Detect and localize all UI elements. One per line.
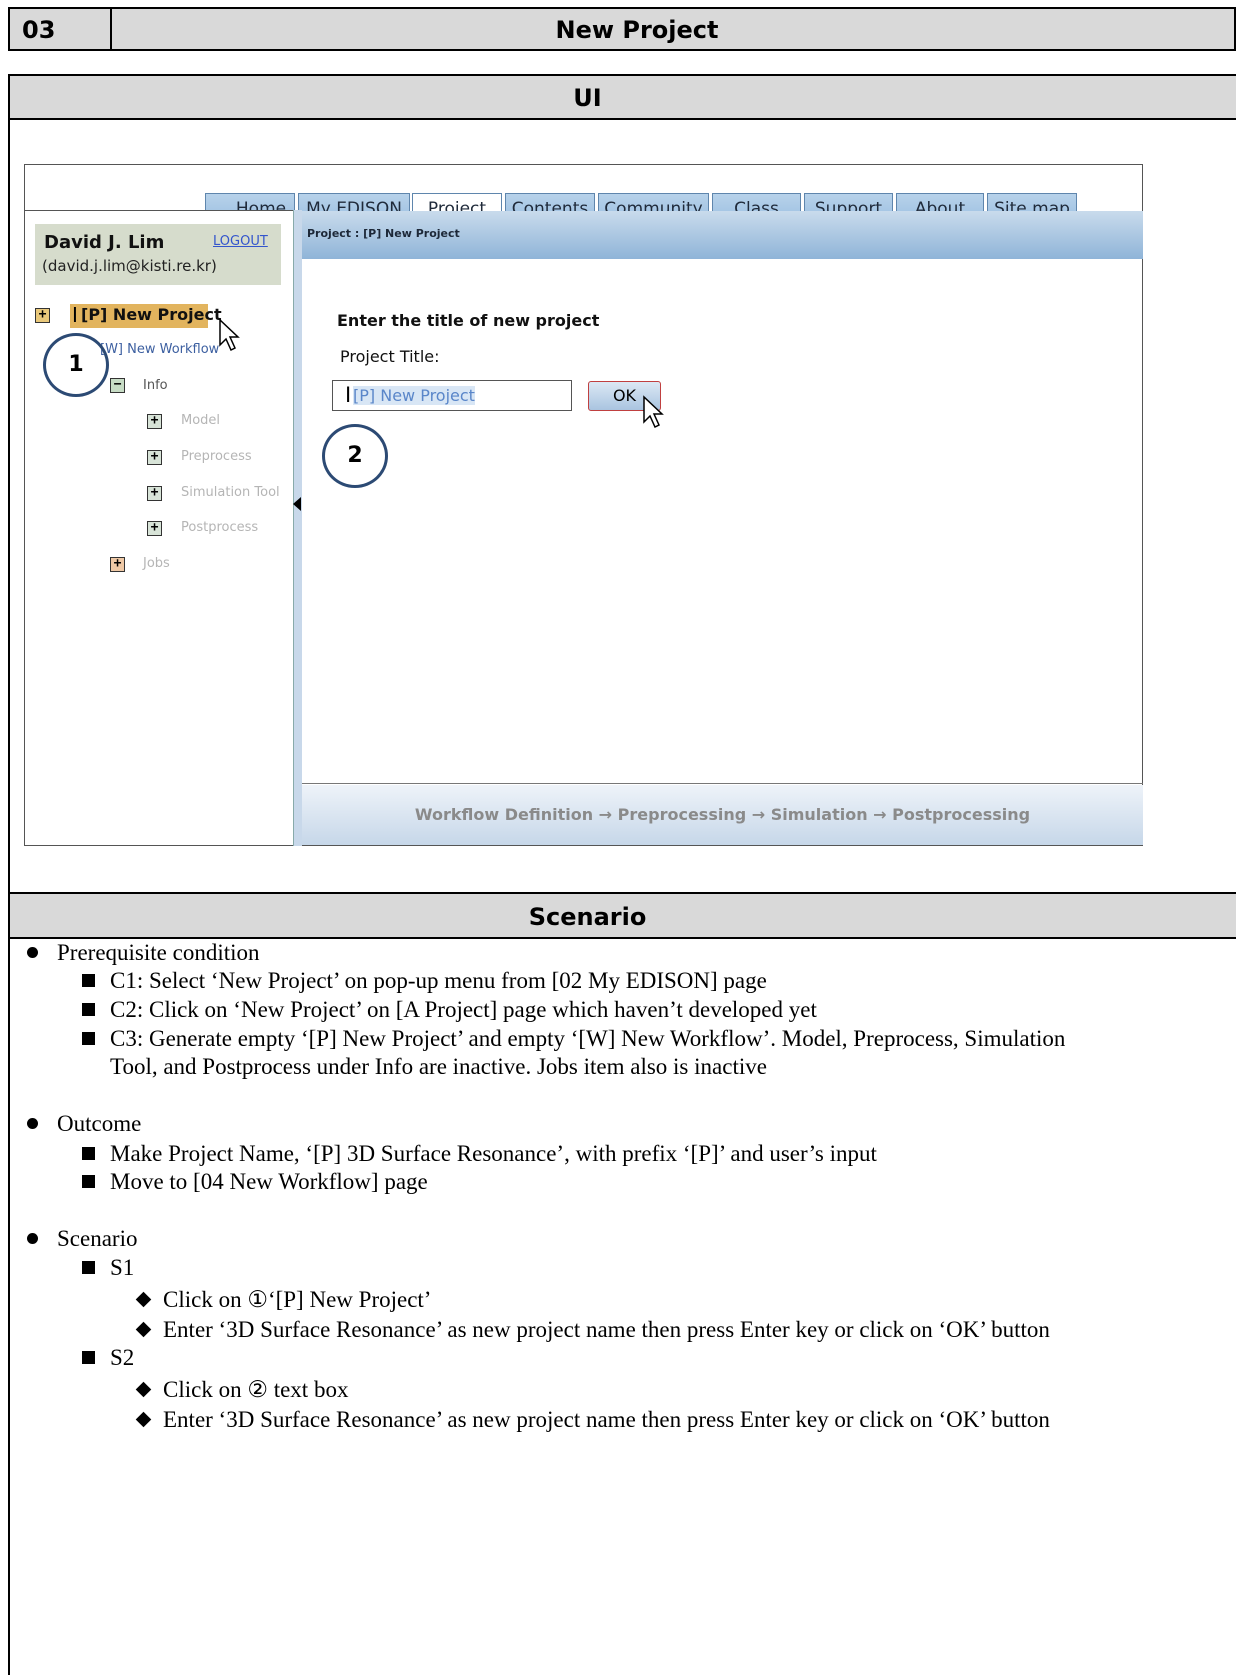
outcome-title: Outcome bbox=[57, 1111, 142, 1136]
text-cursor-icon: I bbox=[345, 383, 352, 407]
expand-simulation-tool-icon[interactable]: + bbox=[147, 486, 162, 501]
square-bullet-icon bbox=[82, 1261, 95, 1274]
doc-title-cell: New Project bbox=[110, 7, 1236, 51]
bullet-icon bbox=[27, 1233, 38, 1244]
square-bullet-icon bbox=[82, 1351, 95, 1364]
doc-number: 03 bbox=[22, 16, 56, 44]
project-title-value: [P] New Project bbox=[353, 386, 475, 405]
square-bullet-icon bbox=[82, 1032, 95, 1045]
ui-section-header: UI bbox=[8, 74, 1236, 120]
outcome-2: Move to [04 New Workflow] page bbox=[110, 1169, 428, 1194]
bullet-icon bbox=[27, 947, 38, 958]
logout-link[interactable]: LOGOUT bbox=[213, 234, 268, 249]
square-bullet-icon bbox=[82, 1175, 95, 1188]
scenario-s2: S2 bbox=[110, 1345, 135, 1370]
tree-item-postprocess: Postprocess bbox=[181, 520, 259, 535]
collapse-arrow-icon[interactable] bbox=[293, 497, 301, 511]
callout-1-label: 1 bbox=[68, 352, 84, 377]
mouse-pointer-icon bbox=[219, 318, 240, 352]
doc-title: New Project bbox=[555, 16, 719, 44]
tree-item-project[interactable]: I [P] New Project bbox=[70, 303, 222, 328]
user-card: David J. Lim LOGOUT (david.j.lim@kisti.r… bbox=[35, 224, 281, 285]
square-bullet-icon bbox=[82, 974, 95, 987]
tree-item-preprocess: Preprocess bbox=[181, 449, 252, 464]
scenario-s2-step1: Click on ② text box bbox=[163, 1377, 349, 1402]
expand-project-icon[interactable]: + bbox=[35, 308, 50, 323]
collapse-info-icon[interactable]: − bbox=[110, 378, 125, 393]
form-heading: Enter the title of new project bbox=[337, 311, 600, 330]
scenario-s1-step1: Click on ①‘[P] New Project’ bbox=[163, 1287, 432, 1312]
callout-1: 1 bbox=[43, 333, 109, 397]
mouse-pointer-icon bbox=[643, 395, 664, 429]
scenario-s1-step2: Enter ‘3D Surface Resonance’ as new proj… bbox=[163, 1317, 1050, 1342]
expand-jobs-icon[interactable]: + bbox=[110, 557, 125, 572]
callout-2-label: 2 bbox=[347, 443, 363, 468]
prereq-c3-line2: Tool, and Postprocess under Info are ina… bbox=[110, 1054, 767, 1079]
tree-item-simulation-tool: Simulation Tool bbox=[181, 485, 280, 500]
callout-2: 2 bbox=[322, 424, 388, 488]
prereq-c1: C1: Select ‘New Project’ on pop-up menu … bbox=[110, 968, 767, 993]
prereq-title: Prerequisite condition bbox=[57, 940, 260, 965]
ok-button-label: OK bbox=[612, 386, 637, 405]
scenario-section-title: Scenario bbox=[528, 903, 647, 931]
expand-preprocess-icon[interactable]: + bbox=[147, 450, 162, 465]
ui-section-title: UI bbox=[573, 84, 602, 112]
tree-item-info[interactable]: Info bbox=[143, 378, 168, 393]
user-email: (david.j.lim@kisti.re.kr) bbox=[42, 257, 217, 275]
workflow-steps-bar: Workflow Definition → Preprocessing → Si… bbox=[302, 785, 1143, 845]
square-bullet-icon bbox=[82, 1147, 95, 1160]
doc-number-cell: 03 bbox=[8, 7, 112, 51]
bullet-icon bbox=[27, 1118, 38, 1129]
workflow-steps: Workflow Definition → Preprocessing → Si… bbox=[414, 805, 1031, 824]
breadcrumb: Project : [P] New Project bbox=[307, 227, 460, 240]
tree-project-label: [P] New Project bbox=[81, 305, 222, 324]
outcome-1: Make Project Name, ‘[P] 3D Surface Reson… bbox=[110, 1141, 877, 1166]
breadcrumb-bar: Project : [P] New Project bbox=[302, 211, 1143, 259]
user-name: David J. Lim bbox=[44, 232, 165, 253]
expand-postprocess-icon[interactable]: + bbox=[147, 521, 162, 536]
scenario-s2-step2: Enter ‘3D Surface Resonance’ as new proj… bbox=[163, 1407, 1050, 1432]
scenario-section-header: Scenario bbox=[8, 892, 1236, 939]
project-title-label: Project Title: bbox=[340, 347, 440, 366]
main-content bbox=[302, 259, 1143, 784]
tree-item-jobs: Jobs bbox=[143, 556, 170, 571]
tree-item-workflow[interactable]: [W] New Workflow bbox=[100, 342, 219, 357]
project-title-input[interactable]: I [P] New Project bbox=[332, 380, 572, 411]
scenario-s1: S1 bbox=[110, 1255, 135, 1280]
prereq-c2: C2: Click on ‘New Project’ on [A Project… bbox=[110, 997, 817, 1022]
tree-item-model: Model bbox=[181, 413, 221, 428]
text-cursor-icon: I bbox=[72, 303, 78, 327]
prereq-c3-line1: C3: Generate empty ‘[P] New Project’ and… bbox=[110, 1026, 1066, 1051]
expand-model-icon[interactable]: + bbox=[147, 414, 162, 429]
scenario-title: Scenario bbox=[57, 1226, 138, 1251]
sidebar-divider bbox=[293, 210, 302, 846]
square-bullet-icon bbox=[82, 1003, 95, 1016]
